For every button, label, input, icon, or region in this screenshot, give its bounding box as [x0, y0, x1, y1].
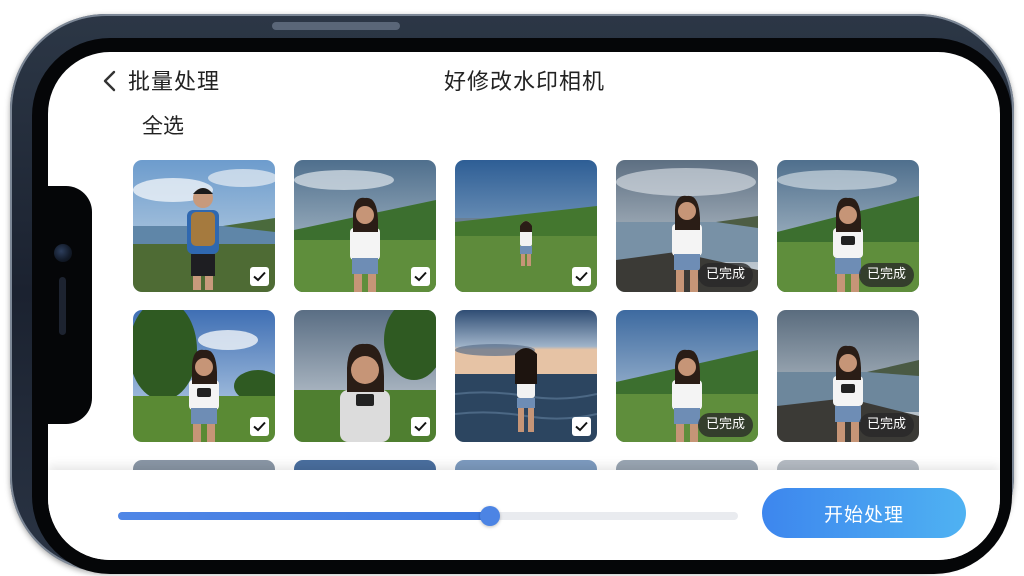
bottom-action-bar: 开始处理 [48, 470, 1000, 560]
photo-thumbnail[interactable] [133, 310, 275, 442]
select-all-button[interactable]: 全选 [142, 110, 184, 140]
phone-side-button [272, 22, 400, 30]
photo-thumbnail[interactable] [455, 160, 597, 292]
photo-thumbnail[interactable]: 已完成 [616, 160, 758, 292]
front-camera [54, 244, 72, 262]
progress-slider-fill [118, 512, 490, 520]
phone-notch [48, 186, 92, 424]
done-badge: 已完成 [858, 263, 914, 287]
photo-thumbnail[interactable]: 已完成 [777, 310, 919, 442]
app-screen: 批量处理 好修改水印相机 全选 已完成 已完成 已完成 已完成 开始处理 [48, 52, 1000, 560]
done-badge: 已完成 [858, 413, 914, 437]
checkbox-checked[interactable] [411, 267, 430, 286]
photo-thumbnail[interactable] [133, 160, 275, 292]
phone-frame: 批量处理 好修改水印相机 全选 已完成 已完成 已完成 已完成 开始处理 [10, 14, 1014, 574]
start-processing-button[interactable]: 开始处理 [762, 488, 966, 538]
progress-slider[interactable] [118, 506, 738, 526]
checkbox-checked[interactable] [572, 267, 591, 286]
checkbox-checked[interactable] [250, 267, 269, 286]
photo-thumbnail[interactable] [294, 160, 436, 292]
nav-title[interactable]: 批量处理 [128, 64, 220, 96]
checkbox-checked[interactable] [411, 417, 430, 436]
phone-speaker [59, 277, 66, 335]
checkbox-checked[interactable] [572, 417, 591, 436]
app-title: 好修改水印相机 [444, 70, 606, 95]
photo-thumbnail[interactable] [455, 310, 597, 442]
photo-thumbnail[interactable] [294, 310, 436, 442]
photo-thumbnail[interactable]: 已完成 [616, 310, 758, 442]
checkbox-checked[interactable] [250, 417, 269, 436]
done-badge: 已完成 [697, 413, 753, 437]
photo-thumbnail[interactable]: 已完成 [777, 160, 919, 292]
progress-slider-handle[interactable] [480, 506, 500, 526]
chevron-left-icon[interactable] [98, 68, 120, 94]
done-badge: 已完成 [697, 263, 753, 287]
